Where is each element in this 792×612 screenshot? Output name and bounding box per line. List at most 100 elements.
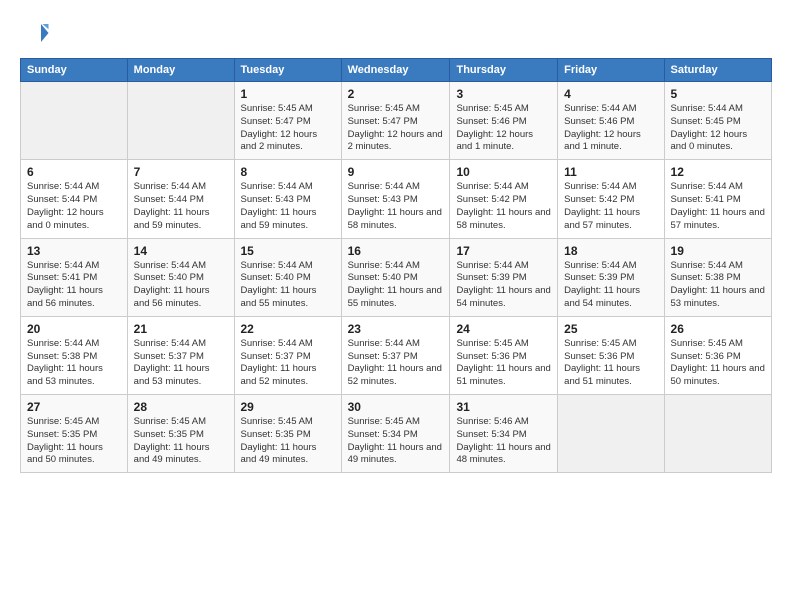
calendar-cell: 24 Sunrise: 5:45 AM Sunset: 5:36 PM Dayli… [450,316,558,394]
day-of-week-header: Tuesday [234,59,341,82]
day-of-week-header: Monday [127,59,234,82]
day-info: Sunrise: 5:45 AM Sunset: 5:36 PM Dayligh… [456,338,551,389]
page: SundayMondayTuesdayWednesdayThursdayFrid… [0,0,792,612]
day-info: Sunrise: 5:44 AM Sunset: 5:42 PM Dayligh… [564,181,657,232]
day-number: 19 [671,244,765,258]
calendar-cell: 4Sunrise: 5:44 AM Sunset: 5:46 PM Daylig… [558,82,664,160]
day-info: Sunrise: 5:44 AM Sunset: 5:38 PM Dayligh… [27,338,121,389]
day-info: Sunrise: 5:45 AM Sunset: 5:34 PM Dayligh… [348,416,444,467]
day-info: Sunrise: 5:45 AM Sunset: 5:35 PM Dayligh… [241,416,335,467]
day-info: Sunrise: 5:45 AM Sunset: 5:46 PM Dayligh… [456,103,551,154]
day-info: Sunrise: 5:44 AM Sunset: 5:41 PM Dayligh… [671,181,765,232]
logo-icon [20,18,50,48]
day-info: Sunrise: 5:45 AM Sunset: 5:47 PM Dayligh… [348,103,444,154]
day-number: 28 [134,400,228,414]
day-number: 3 [456,87,551,101]
calendar-cell: 17Sunrise: 5:44 AM Sunset: 5:39 PM Dayli… [450,238,558,316]
day-info: Sunrise: 5:44 AM Sunset: 5:38 PM Dayligh… [671,260,765,311]
day-number: 25 [564,322,657,336]
calendar-cell: 11 Sunrise: 5:44 AM Sunset: 5:42 PM Dayli… [558,160,664,238]
day-info: Sunrise: 5:44 AM Sunset: 5:45 PM Dayligh… [671,103,765,154]
calendar-week-row: 1 Sunrise: 5:45 AM Sunset: 5:47 PM Daylig… [21,82,772,160]
calendar-cell: 5 Sunrise: 5:44 AM Sunset: 5:45 PM Daylig… [664,82,771,160]
calendar-cell: 26 Sunrise: 5:45 AM Sunset: 5:36 PM Dayli… [664,316,771,394]
calendar-cell: 13 Sunrise: 5:44 AM Sunset: 5:41 PM Dayli… [21,238,128,316]
day-info: Sunrise: 5:44 AM Sunset: 5:40 PM Dayligh… [241,260,335,311]
day-number: 30 [348,400,444,414]
day-info: Sunrise: 5:45 AM Sunset: 5:35 PM Dayligh… [134,416,228,467]
day-number: 31 [456,400,551,414]
day-info: Sunrise: 5:44 AM Sunset: 5:42 PM Dayligh… [456,181,551,232]
day-info: Sunrise: 5:45 AM Sunset: 5:36 PM Dayligh… [564,338,657,389]
day-number: 13 [27,244,121,258]
day-number: 16 [348,244,444,258]
calendar-cell [127,82,234,160]
calendar-cell [558,395,664,473]
day-number: 23 [348,322,444,336]
day-of-week-header: Thursday [450,59,558,82]
day-number: 24 [456,322,551,336]
calendar-week-row: 6 Sunrise: 5:44 AM Sunset: 5:44 PM Daylig… [21,160,772,238]
calendar-cell: 7 Sunrise: 5:44 AM Sunset: 5:44 PM Daylig… [127,160,234,238]
calendar-cell: 31 Sunrise: 5:46 AM Sunset: 5:34 PM Dayli… [450,395,558,473]
day-info: Sunrise: 5:44 AM Sunset: 5:44 PM Dayligh… [134,181,228,232]
calendar-cell: 2 Sunrise: 5:45 AM Sunset: 5:47 PM Daylig… [341,82,450,160]
calendar-cell: 25 Sunrise: 5:45 AM Sunset: 5:36 PM Dayli… [558,316,664,394]
calendar-cell: 10 Sunrise: 5:44 AM Sunset: 5:42 PM Dayli… [450,160,558,238]
days-of-week-row: SundayMondayTuesdayWednesdayThursdayFrid… [21,59,772,82]
calendar-cell: 14Sunrise: 5:44 AM Sunset: 5:40 PM Dayli… [127,238,234,316]
logo [20,18,54,48]
day-number: 21 [134,322,228,336]
day-number: 1 [241,87,335,101]
day-info: Sunrise: 5:44 AM Sunset: 5:43 PM Dayligh… [348,181,444,232]
calendar-cell: 23 Sunrise: 5:44 AM Sunset: 5:37 PM Dayli… [341,316,450,394]
calendar-cell: 30 Sunrise: 5:45 AM Sunset: 5:34 PM Dayli… [341,395,450,473]
day-info: Sunrise: 5:44 AM Sunset: 5:46 PM Dayligh… [564,103,657,154]
calendar-cell [664,395,771,473]
day-info: Sunrise: 5:44 AM Sunset: 5:37 PM Dayligh… [241,338,335,389]
calendar-cell: 15 Sunrise: 5:44 AM Sunset: 5:40 PM Dayli… [234,238,341,316]
day-of-week-header: Saturday [664,59,771,82]
day-info: Sunrise: 5:44 AM Sunset: 5:44 PM Dayligh… [27,181,121,232]
day-of-week-header: Friday [558,59,664,82]
calendar-cell: 9Sunrise: 5:44 AM Sunset: 5:43 PM Daylig… [341,160,450,238]
day-number: 11 [564,165,657,179]
day-info: Sunrise: 5:45 AM Sunset: 5:47 PM Dayligh… [241,103,335,154]
calendar-cell: 8Sunrise: 5:44 AM Sunset: 5:43 PM Daylig… [234,160,341,238]
day-info: Sunrise: 5:44 AM Sunset: 5:37 PM Dayligh… [348,338,444,389]
day-number: 29 [241,400,335,414]
calendar-cell: 28 Sunrise: 5:45 AM Sunset: 5:35 PM Dayli… [127,395,234,473]
calendar-cell: 6 Sunrise: 5:44 AM Sunset: 5:44 PM Daylig… [21,160,128,238]
day-number: 12 [671,165,765,179]
day-number: 26 [671,322,765,336]
day-info: Sunrise: 5:45 AM Sunset: 5:36 PM Dayligh… [671,338,765,389]
day-info: Sunrise: 5:46 AM Sunset: 5:34 PM Dayligh… [456,416,551,467]
day-number: 22 [241,322,335,336]
calendar-table: SundayMondayTuesdayWednesdayThursdayFrid… [20,58,772,473]
calendar-cell: 3 Sunrise: 5:45 AM Sunset: 5:46 PM Daylig… [450,82,558,160]
day-info: Sunrise: 5:44 AM Sunset: 5:41 PM Dayligh… [27,260,121,311]
calendar-cell: 20 Sunrise: 5:44 AM Sunset: 5:38 PM Dayli… [21,316,128,394]
day-info: Sunrise: 5:44 AM Sunset: 5:40 PM Dayligh… [134,260,228,311]
calendar-body: 1 Sunrise: 5:45 AM Sunset: 5:47 PM Daylig… [21,82,772,473]
calendar-cell: 18Sunrise: 5:44 AM Sunset: 5:39 PM Dayli… [558,238,664,316]
day-of-week-header: Sunday [21,59,128,82]
calendar-cell: 16Sunrise: 5:44 AM Sunset: 5:40 PM Dayli… [341,238,450,316]
day-number: 7 [134,165,228,179]
day-number: 6 [27,165,121,179]
day-number: 10 [456,165,551,179]
calendar-week-row: 20 Sunrise: 5:44 AM Sunset: 5:38 PM Dayli… [21,316,772,394]
day-of-week-header: Wednesday [341,59,450,82]
day-number: 15 [241,244,335,258]
calendar-cell: 1 Sunrise: 5:45 AM Sunset: 5:47 PM Daylig… [234,82,341,160]
calendar-cell: 12 Sunrise: 5:44 AM Sunset: 5:41 PM Dayli… [664,160,771,238]
calendar-cell [21,82,128,160]
calendar-cell: 29 Sunrise: 5:45 AM Sunset: 5:35 PM Dayli… [234,395,341,473]
calendar-header: SundayMondayTuesdayWednesdayThursdayFrid… [21,59,772,82]
day-number: 5 [671,87,765,101]
day-number: 20 [27,322,121,336]
day-number: 8 [241,165,335,179]
day-info: Sunrise: 5:44 AM Sunset: 5:39 PM Dayligh… [564,260,657,311]
day-number: 2 [348,87,444,101]
calendar-cell: 19 Sunrise: 5:44 AM Sunset: 5:38 PM Dayli… [664,238,771,316]
